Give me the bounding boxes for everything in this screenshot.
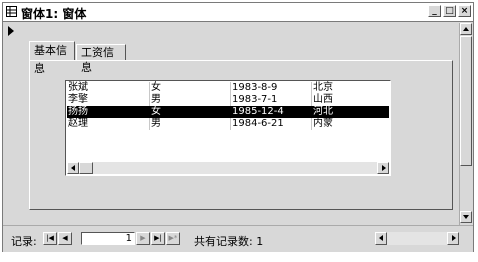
cell-gender: 男 bbox=[151, 118, 161, 129]
vertical-scroll-thumb[interactable] bbox=[460, 36, 472, 166]
previous-record-button[interactable]: ◀ bbox=[58, 232, 72, 245]
horizontal-scroll-thumb[interactable] bbox=[79, 162, 93, 174]
vertical-scrollbar[interactable] bbox=[459, 23, 473, 225]
cell-date: 1983-7-1 bbox=[232, 94, 278, 105]
form-horizontal-scrollbar[interactable] bbox=[375, 232, 459, 245]
listbox-horizontal-scrollbar[interactable] bbox=[67, 162, 389, 174]
arrow-left-icon bbox=[71, 165, 75, 171]
cell-date: 1984-6-21 bbox=[232, 118, 284, 129]
list-row[interactable]: 李擎 男 1983-7-1 山西 bbox=[67, 94, 389, 106]
next-record-button[interactable]: ▶ bbox=[136, 232, 150, 245]
form-window: 窗体1: 窗体 _ □ × 基本信息 工资信息 张斌 女 1983-8-9 北京 bbox=[2, 2, 474, 252]
record-total-label: 共有记录数: 1 bbox=[194, 235, 264, 248]
cell-gender: 男 bbox=[151, 94, 161, 105]
arrow-up-icon bbox=[463, 27, 469, 31]
minimize-button[interactable]: _ bbox=[428, 5, 441, 17]
close-button[interactable]: × bbox=[458, 5, 471, 17]
scroll-down-button[interactable] bbox=[460, 211, 472, 223]
cell-name: 李擎 bbox=[68, 94, 88, 105]
cell-place: 山西 bbox=[313, 94, 333, 105]
cell-name: 张斌 bbox=[68, 82, 88, 93]
cell-date: 1983-8-9 bbox=[232, 82, 278, 93]
tab-salary-info[interactable]: 工资信息 bbox=[76, 44, 126, 74]
current-record-arrow-icon bbox=[8, 26, 14, 36]
cell-date: 1985-12-4 bbox=[232, 106, 284, 117]
cell-name: 赵理 bbox=[68, 118, 88, 129]
record-navigation-bar: 记录: |◀ ◀ 1 ▶ ▶| ▶* 共有记录数: 1 bbox=[3, 225, 473, 252]
cell-gender: 女 bbox=[151, 106, 161, 117]
cell-name: 扬扬 bbox=[68, 106, 88, 117]
arrow-right-icon bbox=[452, 235, 456, 241]
form-grid-icon bbox=[6, 6, 17, 17]
tab-basic-info[interactable]: 基本信息 bbox=[29, 41, 75, 75]
cell-place: 北京 bbox=[313, 82, 333, 93]
cell-gender: 女 bbox=[151, 82, 161, 93]
record-number-input[interactable]: 1 bbox=[81, 232, 135, 245]
scroll-up-button[interactable] bbox=[460, 23, 472, 35]
scroll-right-button[interactable] bbox=[447, 232, 459, 245]
title-bar[interactable]: 窗体1: 窗体 _ □ × bbox=[3, 3, 473, 22]
list-row[interactable]: 张斌 女 1983-8-9 北京 bbox=[67, 82, 389, 94]
cell-place: 内蒙 bbox=[313, 118, 333, 129]
arrow-left-icon bbox=[379, 235, 383, 241]
scroll-right-button[interactable] bbox=[377, 162, 389, 174]
record-selector[interactable] bbox=[5, 23, 18, 223]
list-row-selected[interactable]: 扬扬 女 1985-12-4 河北 bbox=[67, 106, 389, 118]
first-record-button[interactable]: |◀ bbox=[43, 232, 57, 245]
scroll-left-button[interactable] bbox=[67, 162, 79, 174]
arrow-right-icon bbox=[382, 165, 386, 171]
person-listbox[interactable]: 张斌 女 1983-8-9 北京 李擎 男 1983-7-1 山西 扬扬 女 1… bbox=[65, 80, 391, 176]
cell-place: 河北 bbox=[313, 106, 333, 117]
record-label: 记录: bbox=[11, 235, 37, 248]
arrow-down-icon bbox=[463, 215, 469, 219]
new-record-button[interactable]: ▶* bbox=[166, 232, 180, 245]
window-title: 窗体1: 窗体 bbox=[21, 7, 87, 21]
list-row[interactable]: 赵理 男 1984-6-21 内蒙 bbox=[67, 118, 389, 130]
scroll-left-button[interactable] bbox=[375, 232, 387, 245]
last-record-button[interactable]: ▶| bbox=[151, 232, 165, 245]
maximize-button[interactable]: □ bbox=[443, 5, 456, 17]
